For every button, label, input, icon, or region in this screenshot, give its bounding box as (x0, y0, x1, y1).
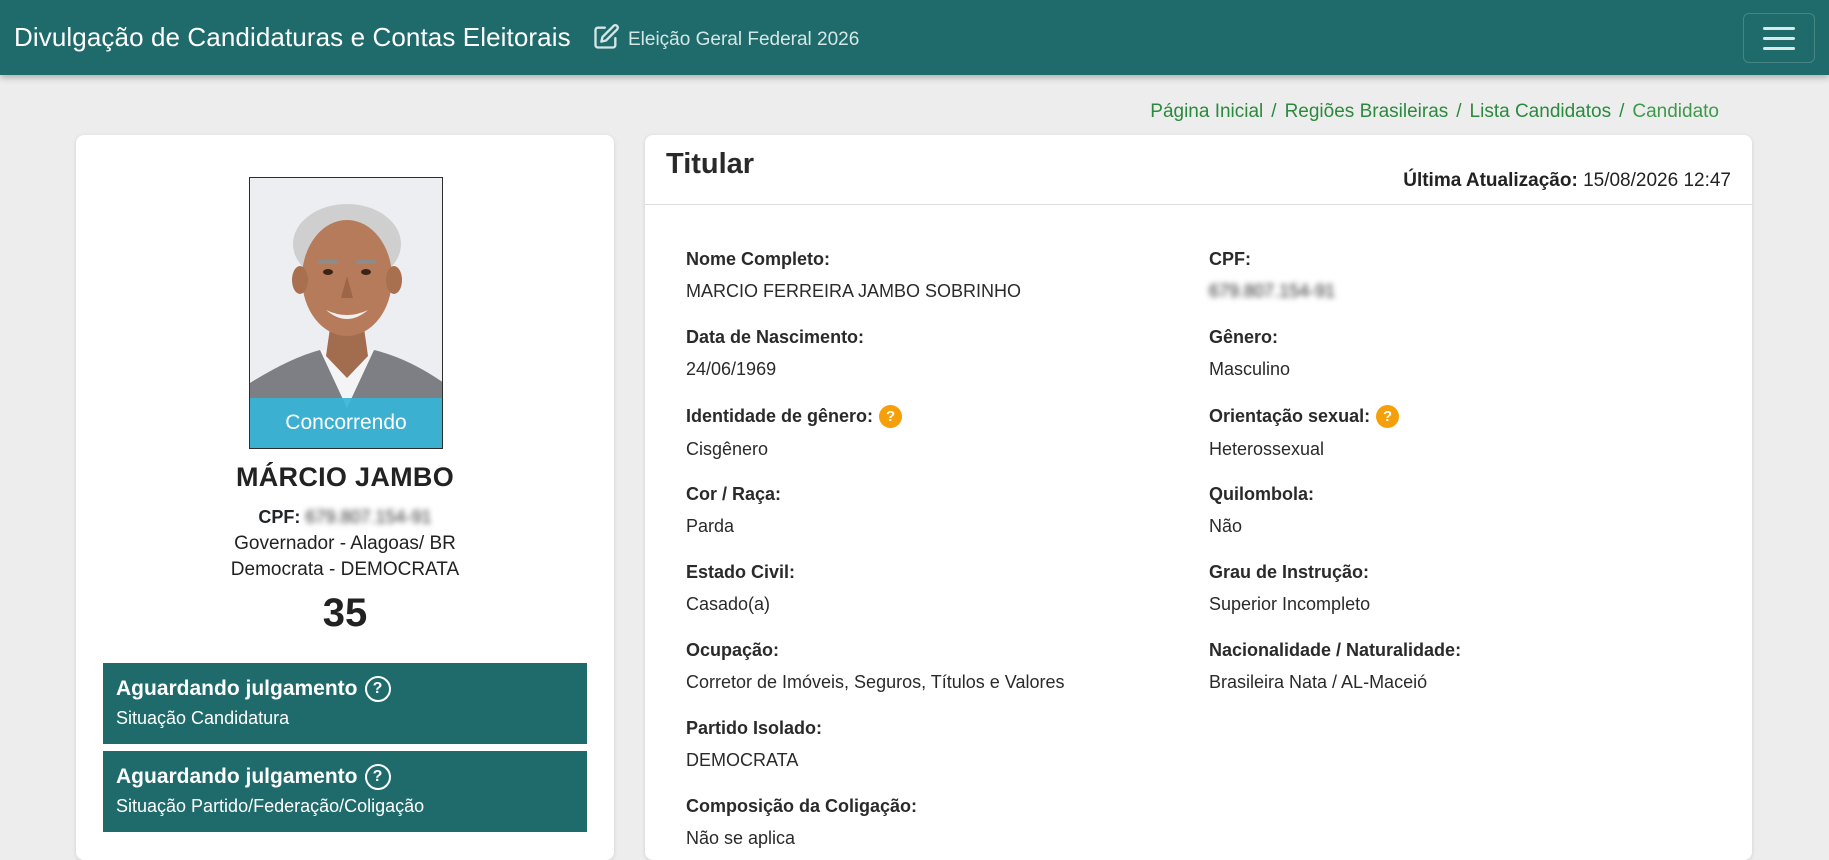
details-header: Titular Última Atualização: 15/08/2026 1… (645, 135, 1752, 205)
field-quilombola: Quilombola: Não (1209, 484, 1314, 537)
hamburger-line (1763, 46, 1795, 50)
field-value: Não se aplica (686, 828, 796, 848)
field-label: Estado Civil: (686, 562, 796, 582)
candidacy-status-box[interactable]: Aguardando julgamento ? Situação Candida… (103, 663, 587, 744)
candidate-summary-card: Concorrendo MÁRCIO JAMBO CPF: 679.807.15… (76, 135, 614, 860)
breadcrumb-separator: / (1271, 101, 1277, 122)
field-value: Cisgênero (686, 439, 769, 459)
breadcrumb-home[interactable]: Página Inicial (1150, 101, 1263, 123)
help-question-icon[interactable]: ? (1376, 405, 1400, 428)
field-marital-status: Estado Civil: Casado(a) (686, 562, 795, 615)
field-value: Brasileira Nata / AL-Maceió (1209, 672, 1428, 692)
field-occupation: Ocupação: Corretor de Imóveis, Seguros, … (686, 640, 1065, 693)
field-label: Gênero: (1209, 327, 1279, 347)
field-full-name: Nome Completo: MARCIO FERREIRA JAMBO SOB… (686, 249, 1021, 302)
field-education: Grau de Instrução: Superior Incompleto (1209, 562, 1370, 615)
field-value: Corretor de Imóveis, Seguros, Títulos e … (686, 672, 1065, 692)
election-label: Eleição Geral Federal 2026 (592, 23, 859, 57)
field-coalition: Composição da Coligação: Não se aplica (686, 796, 917, 849)
candidate-details-card: Titular Última Atualização: 15/08/2026 1… (645, 135, 1752, 860)
candidate-number: 35 (322, 591, 368, 635)
hamburger-menu-icon (1763, 26, 1795, 30)
question-circle-icon[interactable]: ? (364, 676, 391, 702)
field-label-text: Identidade de gênero: (686, 406, 874, 426)
breadcrumb-current: Candidato (1632, 101, 1719, 122)
candidate-cpf: CPF: 679.807.154-91 (76, 507, 614, 528)
question-circle-icon[interactable]: ? (364, 764, 391, 790)
field-value: DEMOCRATA (686, 750, 799, 770)
field-value: 679.807.154-91 (1209, 281, 1336, 301)
breadcrumb-candidate-list[interactable]: Lista Candidatos (1470, 101, 1612, 123)
field-value: Heterossexual (1209, 439, 1325, 459)
field-nationality: Nacionalidade / Naturalidade: Brasileira… (1209, 640, 1461, 693)
field-sexual-orientation: Orientação sexual: ? Heterossexual (1209, 405, 1400, 460)
candidate-status-badge: Concorrendo (250, 398, 442, 448)
field-label: Nome Completo: (686, 249, 830, 269)
help-question-icon[interactable]: ? (879, 405, 903, 428)
candidate-name: MÁRCIO JAMBO (235, 462, 455, 492)
breadcrumb-separator: / (1456, 101, 1462, 122)
field-label: Ocupação: (686, 640, 780, 660)
party-status-title: Aguardando julgamento ? (116, 764, 574, 790)
hamburger-line (1763, 36, 1795, 40)
candidate-office: Governador - Alagoas/ BR (234, 533, 456, 554)
field-party: Partido Isolado: DEMOCRATA (686, 718, 822, 771)
candidate-photo: Concorrendo (249, 177, 443, 449)
field-label: CPF: (1209, 249, 1251, 269)
field-label: Grau de Instrução: (1209, 562, 1370, 582)
field-label: Composição da Coligação: (686, 796, 918, 816)
field-gender: Gênero: Masculino (1209, 327, 1290, 380)
field-label: Partido Isolado: (686, 718, 823, 738)
field-label: Orientação sexual: ? (1209, 405, 1400, 428)
field-gender-identity: Identidade de gênero: ? Cisgênero (686, 405, 903, 460)
field-value: Casado(a) (686, 594, 771, 614)
field-cpf: CPF: 679.807.154-91 (1209, 249, 1335, 302)
field-label: Quilombola: (1209, 484, 1314, 504)
breadcrumb-regions[interactable]: Regiões Brasileiras (1285, 101, 1449, 123)
candidacy-status-subtitle: Situação Candidatura (116, 708, 290, 728)
field-label-text: Orientação sexual: (1209, 406, 1371, 426)
breadcrumb-separator: / (1619, 101, 1625, 122)
candidacy-status-title: Aguardando julgamento ? (116, 676, 574, 702)
candidate-cpf-label: CPF: (258, 507, 301, 527)
last-updated: Última Atualização: 15/08/2026 12:47 (1403, 170, 1731, 192)
field-birth-date: Data de Nascimento: 24/06/1969 (686, 327, 864, 380)
candidate-party: Democrata - DEMOCRATA (230, 559, 460, 580)
field-label: Data de Nascimento: (686, 327, 865, 347)
field-value: 24/06/1969 (686, 359, 777, 379)
field-label: Cor / Raça: (686, 484, 782, 504)
field-label: Identidade de gênero: ? (686, 405, 903, 428)
hamburger-menu-button[interactable] (1743, 13, 1815, 63)
candidate-cpf-value: 679.807.154-91 (305, 507, 432, 527)
app-title[interactable]: Divulgação de Candidaturas e Contas Elei… (14, 22, 571, 53)
breadcrumb: Página Inicial / Regiões Brasileiras / L… (1150, 101, 1719, 123)
last-updated-label: Última Atualização: (1403, 170, 1578, 191)
top-navbar: Divulgação de Candidaturas e Contas Elei… (0, 0, 1829, 75)
field-value: Parda (686, 516, 735, 536)
field-value: Não (1209, 516, 1243, 536)
field-label: Nacionalidade / Naturalidade: (1209, 640, 1462, 660)
election-name: Eleição Geral Federal 2026 (628, 29, 860, 50)
field-value: Superior Incompleto (1209, 594, 1371, 614)
field-value: MARCIO FERREIRA JAMBO SOBRINHO (686, 281, 1022, 301)
details-title: Titular (666, 148, 755, 180)
party-status-box[interactable]: Aguardando julgamento ? Situação Partido… (103, 751, 587, 832)
edit-square-icon (592, 23, 620, 57)
last-updated-value: 15/08/2026 12:47 (1583, 170, 1731, 191)
candidacy-status-text: Aguardando julgamento (116, 677, 358, 700)
field-value: Masculino (1209, 359, 1291, 379)
field-race: Cor / Raça: Parda (686, 484, 781, 537)
party-status-text: Aguardando julgamento (116, 765, 358, 788)
party-status-subtitle: Situação Partido/Federação/Coligação (116, 796, 425, 816)
